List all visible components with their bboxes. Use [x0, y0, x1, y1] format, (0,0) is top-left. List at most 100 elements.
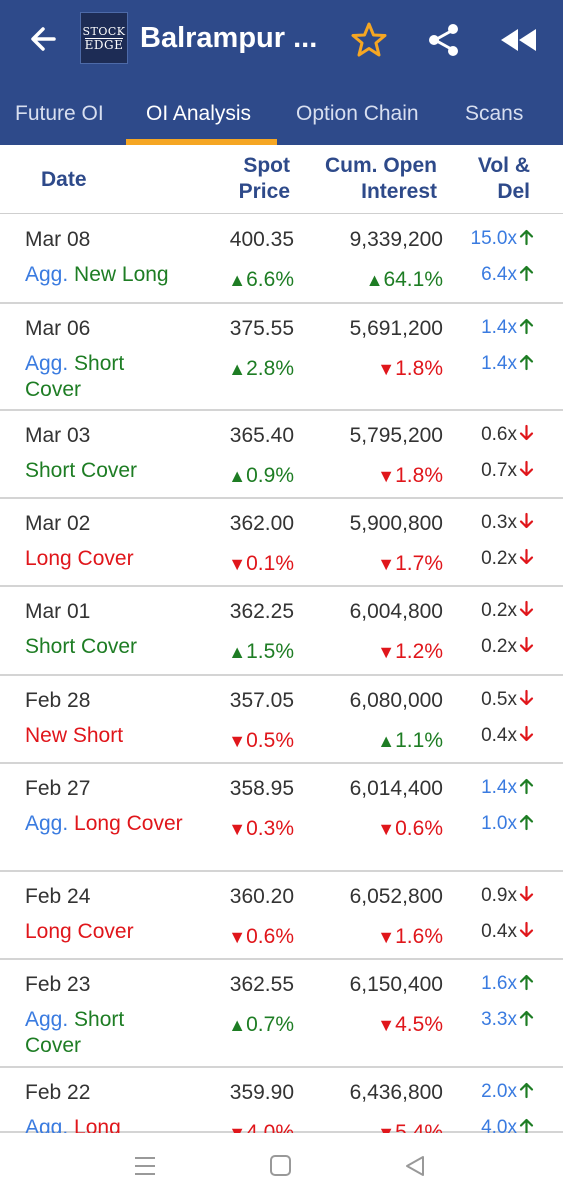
triangle-down-icon: ▼ [377, 642, 396, 662]
row-spot-change: ▲1.5% [228, 639, 294, 665]
row-oi-change-value: 1.8% [395, 464, 443, 487]
table-row[interactable]: Mar 03 365.40 5,795,200 0.6x 0.7x Short Cover… [0, 411, 563, 499]
back-button[interactable] [24, 20, 64, 60]
tab-scans[interactable]: Scans [465, 96, 523, 132]
row-spot-change: ▲0.9% [228, 463, 294, 489]
triangle-down-icon: ▼ [377, 927, 396, 947]
share-button[interactable] [424, 20, 464, 60]
triangle-down-icon: ▼ [228, 731, 247, 751]
row-oi-change-value: 1.7% [395, 552, 443, 575]
signal-agg-prefix: Agg. [25, 263, 69, 286]
table-row[interactable]: Mar 02 362.00 5,900,800 0.3x 0.2x Long Cover ▼… [0, 499, 563, 587]
system-back-button[interactable] [400, 1153, 430, 1179]
row-oi-change-value: 1.8% [395, 357, 443, 380]
table-row[interactable]: Feb 24 360.20 6,052,800 0.9x 0.4x Long Cover ▼… [0, 872, 563, 960]
row-delivery: 1.4x [481, 351, 534, 377]
row-date: Feb 28 [25, 689, 91, 712]
tab-oi-analysis[interactable]: OI Analysis [146, 96, 251, 132]
favorite-button[interactable] [349, 20, 389, 60]
row-volume-value: 15.0x [470, 228, 517, 249]
row-delivery: 1.0x [481, 811, 534, 837]
row-spot-change-value: 0.7% [246, 1013, 294, 1036]
arrow-down-icon [519, 600, 534, 617]
row-spot-change: ▼0.5% [228, 728, 294, 754]
row-date: Feb 24 [25, 885, 91, 908]
triangle-down-icon: ▼ [377, 466, 396, 486]
app-header: STOCK EDGE Balrampur ... Future OI OI An… [0, 0, 563, 145]
row-signal: Short Cover [25, 634, 185, 660]
row-oi-change: ▼1.6% [377, 924, 443, 950]
tab-option-chain[interactable]: Option Chain [296, 96, 419, 132]
recent-apps-button[interactable] [130, 1153, 160, 1179]
rewind-button[interactable] [498, 20, 540, 60]
table-row[interactable]: Mar 06 375.55 5,691,200 1.4x 1.4x Agg. Short … [0, 304, 563, 411]
triangle-down-icon: ▼ [377, 1015, 396, 1035]
row-delivery: 0.7x [481, 458, 534, 484]
row-oi-change-value: 1.6% [395, 925, 443, 948]
row-oi-change: ▼4.5% [377, 1012, 443, 1038]
row-volume: 0.3x [481, 510, 534, 536]
triangle-down-icon: ▼ [377, 819, 396, 839]
arrow-up-icon [519, 814, 534, 831]
row-oi-change-value: 4.5% [395, 1013, 443, 1036]
row-signal: Agg. Long Cover [25, 811, 185, 837]
row-oi-change-value: 1.1% [395, 729, 443, 752]
stockedge-logo: STOCK EDGE [80, 12, 128, 64]
table-row[interactable]: Mar 01 362.25 6,004,800 0.2x 0.2x Short Cover… [0, 587, 563, 676]
triangle-up-icon: ▲ [365, 270, 384, 290]
row-spot-change-value: 2.8% [246, 357, 294, 380]
table-row[interactable]: Feb 23 362.55 6,150,400 1.6x 3.3x Agg. Short … [0, 960, 563, 1068]
signal-agg-prefix: Agg. [25, 1008, 69, 1031]
row-volume-value: 0.6x [481, 424, 517, 445]
table-row[interactable]: Feb 22359.906,436,8002.0x4.0xAgg. Long▼4… [0, 1068, 563, 1144]
row-signal: Long Cover [25, 919, 185, 945]
row-open-interest: 5,900,800 [349, 512, 443, 535]
arrow-down-icon [519, 460, 534, 477]
table-row[interactable]: Mar 08 400.35 9,339,200 15.0x 6.4x Agg. New L… [0, 215, 563, 304]
row-signal: New Short [25, 723, 185, 749]
row-spot-change-value: 1.5% [246, 640, 294, 663]
home-button[interactable] [266, 1153, 296, 1179]
arrow-up-icon [519, 1010, 534, 1027]
row-open-interest: 6,436,800 [349, 1081, 443, 1104]
tab-future-oi[interactable]: Future OI [15, 96, 104, 132]
row-delivery: 6.4x [481, 262, 534, 288]
row-delivery-value: 6.4x [481, 264, 517, 285]
row-date: Feb 22 [25, 1081, 91, 1104]
col-header-oi-line2: Interest [361, 180, 437, 203]
row-oi-change: ▼1.8% [377, 356, 443, 382]
signal-label: New Long [74, 263, 169, 286]
table-row[interactable]: Feb 27 358.95 6,014,400 1.4x 1.0x Agg. Long C… [0, 764, 563, 872]
col-header-oi-line1: Cum. Open [324, 154, 437, 177]
row-date: Mar 01 [25, 600, 91, 623]
row-spot-change: ▼0.1% [228, 551, 294, 577]
row-spot-change-value: 0.3% [246, 817, 294, 840]
row-date: Mar 08 [25, 228, 91, 251]
row-spot-price: 400.35 [229, 228, 294, 251]
triangle-down-icon: ▼ [228, 819, 247, 839]
row-date: Feb 27 [25, 777, 91, 800]
row-date: Mar 02 [25, 512, 91, 535]
row-open-interest: 6,080,000 [349, 689, 443, 712]
arrow-up-icon [519, 1082, 534, 1099]
row-spot-price: 362.55 [229, 973, 294, 996]
row-spot-price: 358.95 [229, 777, 294, 800]
triangle-up-icon: ▲ [228, 642, 247, 662]
row-delivery-value: 3.3x [481, 1009, 517, 1030]
arrow-up-icon [519, 974, 534, 991]
row-spot-change: ▼0.3% [228, 816, 294, 842]
row-spot-price: 362.25 [229, 600, 294, 623]
row-date: Mar 06 [25, 317, 91, 340]
row-volume-value: 0.5x [481, 689, 517, 710]
row-oi-change: ▲1.1% [377, 728, 443, 754]
row-open-interest: 6,004,800 [349, 600, 443, 623]
row-open-interest: 6,150,400 [349, 973, 443, 996]
table-row[interactable]: Feb 28 357.05 6,080,000 0.5x 0.4x New Short ▼0… [0, 676, 563, 764]
row-oi-change-value: 1.2% [395, 640, 443, 663]
signal-agg-prefix: Agg. [25, 352, 69, 375]
triangle-up-icon: ▲ [377, 731, 396, 751]
arrow-down-icon [519, 548, 534, 565]
row-oi-change-value: 64.1% [383, 268, 443, 291]
row-volume: 0.5x [481, 687, 534, 713]
triangle-up-icon: ▲ [228, 466, 247, 486]
